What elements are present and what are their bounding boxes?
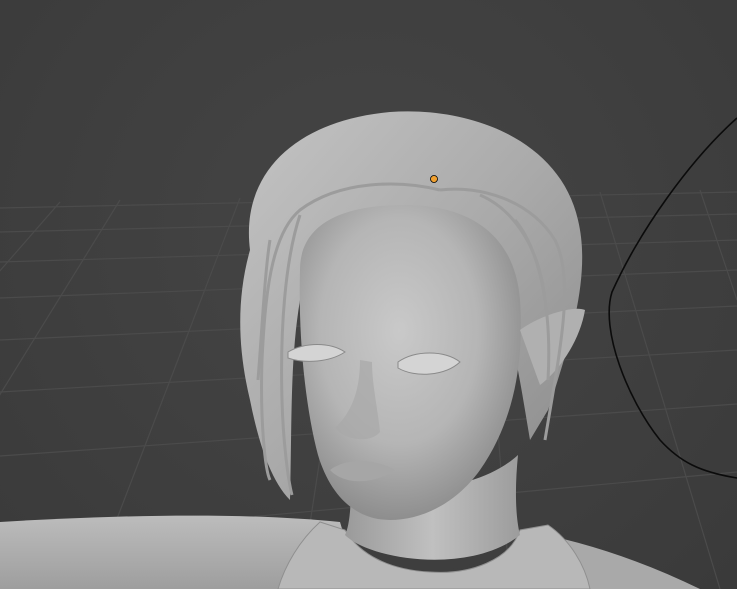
viewport-canvas[interactable] (0, 0, 737, 589)
3d-viewport[interactable] (0, 0, 737, 589)
origin-point-icon[interactable] (430, 175, 438, 183)
bezier-curve[interactable] (608, 117, 737, 479)
